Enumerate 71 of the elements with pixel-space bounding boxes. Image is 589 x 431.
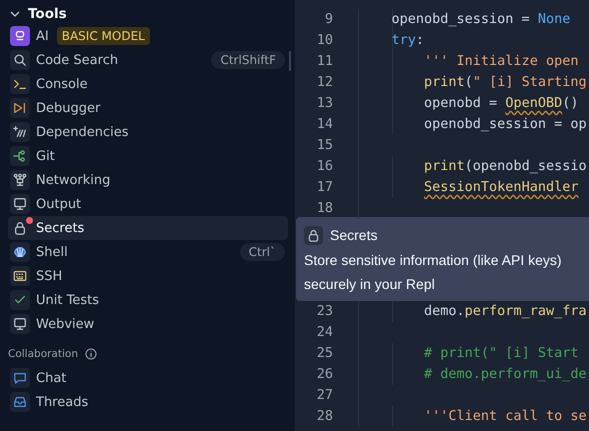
network-icon bbox=[10, 170, 30, 190]
item-label: Unit Tests bbox=[36, 292, 99, 308]
terminal-icon bbox=[10, 74, 30, 94]
line-number: 9 bbox=[324, 10, 333, 29]
line-number: 28 bbox=[316, 407, 333, 426]
play-bar-icon bbox=[10, 98, 30, 118]
lock-icon bbox=[304, 226, 323, 244]
tooltip-description: Store sensitive information (like API keys) securely in your Repl bbox=[304, 251, 563, 294]
item-label: Webview bbox=[36, 316, 94, 332]
slashes-icon bbox=[10, 122, 30, 142]
item-label: Output bbox=[36, 196, 82, 212]
line-number: 10 bbox=[316, 31, 333, 50]
item-label: AI bbox=[36, 28, 49, 44]
item-label: Chat bbox=[36, 370, 66, 386]
shortcut-hint: CtrlShiftF bbox=[211, 51, 285, 69]
line-number: 13 bbox=[316, 94, 333, 113]
sidebar-item[interactable]: Console bbox=[8, 72, 288, 96]
item-label: Git bbox=[36, 148, 55, 164]
sidebar-item[interactable]: Chat bbox=[8, 366, 288, 390]
speech-bubble-icon bbox=[10, 368, 30, 388]
line-number: 24 bbox=[316, 323, 333, 342]
line-number: 23 bbox=[316, 302, 333, 321]
sidebar-item[interactable]: Secrets bbox=[8, 216, 288, 240]
sidebar-item[interactable]: AI BASIC MODEL bbox=[8, 24, 288, 48]
line-number: 18 bbox=[316, 199, 333, 218]
sidebar-item[interactable]: Unit Tests bbox=[8, 288, 288, 312]
line-number: 11 bbox=[316, 52, 333, 71]
sidebar-item[interactable]: Debugger bbox=[8, 96, 288, 120]
sidebar-item[interactable]: Shell Ctrl` bbox=[8, 240, 288, 264]
sidebar-item[interactable]: SSH bbox=[8, 264, 288, 288]
line-number: 25 bbox=[316, 344, 333, 363]
shortcut-hint: Ctrl` bbox=[240, 243, 285, 261]
item-label: Dependencies bbox=[36, 124, 129, 140]
item-label: SSH bbox=[36, 268, 62, 284]
sidebar-item[interactable]: Git bbox=[8, 144, 288, 168]
line-number: 16 bbox=[316, 157, 333, 176]
line-number: 15 bbox=[316, 136, 333, 155]
inbox-icon bbox=[10, 392, 30, 412]
section-title: Tools bbox=[28, 6, 67, 22]
sidebar-item[interactable]: Threads bbox=[8, 390, 288, 414]
line-number: 14 bbox=[316, 115, 333, 134]
check-icon bbox=[10, 290, 30, 310]
section-title: Collaboration bbox=[8, 348, 78, 360]
info-icon[interactable] bbox=[84, 348, 97, 360]
sidebar-item[interactable]: Webview bbox=[8, 312, 288, 336]
shell-icon bbox=[10, 242, 30, 262]
line-number: 27 bbox=[316, 386, 333, 405]
line-number: 17 bbox=[316, 178, 333, 197]
tooltip-title: Secrets bbox=[330, 227, 378, 243]
search-icon bbox=[10, 50, 30, 70]
scrollbar-thumb[interactable] bbox=[289, 51, 291, 71]
item-label: Networking bbox=[36, 172, 110, 188]
sidebar-item[interactable]: Output bbox=[8, 192, 288, 216]
monitor-icon bbox=[10, 194, 30, 214]
line-number: 12 bbox=[316, 73, 333, 92]
item-label: Debugger bbox=[36, 100, 100, 116]
sidebar-item[interactable]: Networking bbox=[8, 168, 288, 192]
item-label: Threads bbox=[36, 394, 88, 410]
monitor-icon bbox=[10, 314, 30, 334]
item-label: Console bbox=[36, 76, 88, 92]
item-label: Secrets bbox=[36, 220, 84, 236]
chevron-down-icon[interactable] bbox=[10, 9, 20, 19]
item-label: Code Search bbox=[36, 52, 118, 68]
model-badge: BASIC MODEL bbox=[56, 27, 150, 45]
branch-icon bbox=[10, 146, 30, 166]
sidebar-item[interactable]: Dependencies bbox=[8, 120, 288, 144]
sidebar-item[interactable]: Code Search CtrlShiftF bbox=[8, 48, 288, 72]
line-number: 26 bbox=[316, 365, 333, 384]
item-label: Shell bbox=[36, 244, 68, 260]
keyboard-icon bbox=[10, 266, 30, 286]
robot-icon bbox=[10, 26, 30, 46]
